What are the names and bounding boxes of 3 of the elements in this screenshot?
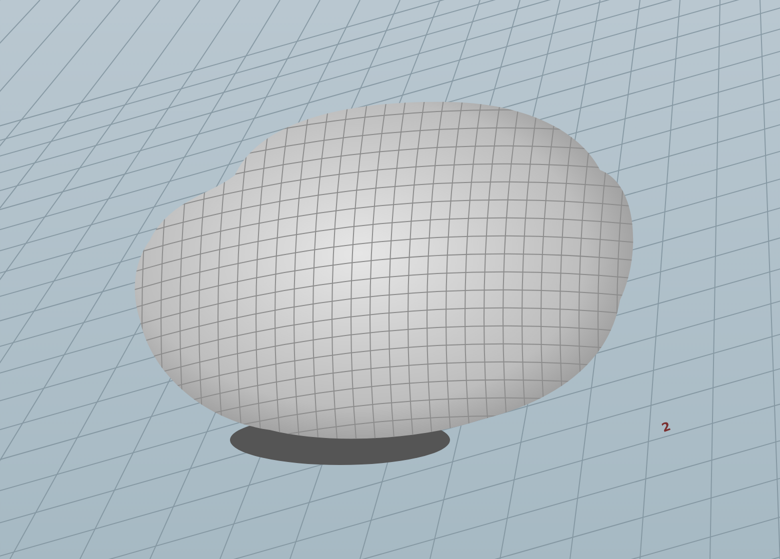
grid-label: 2 xyxy=(660,419,672,435)
mesh-object-drawing[interactable] xyxy=(134,102,634,465)
viewport[interactable]: 2 xyxy=(0,0,780,559)
